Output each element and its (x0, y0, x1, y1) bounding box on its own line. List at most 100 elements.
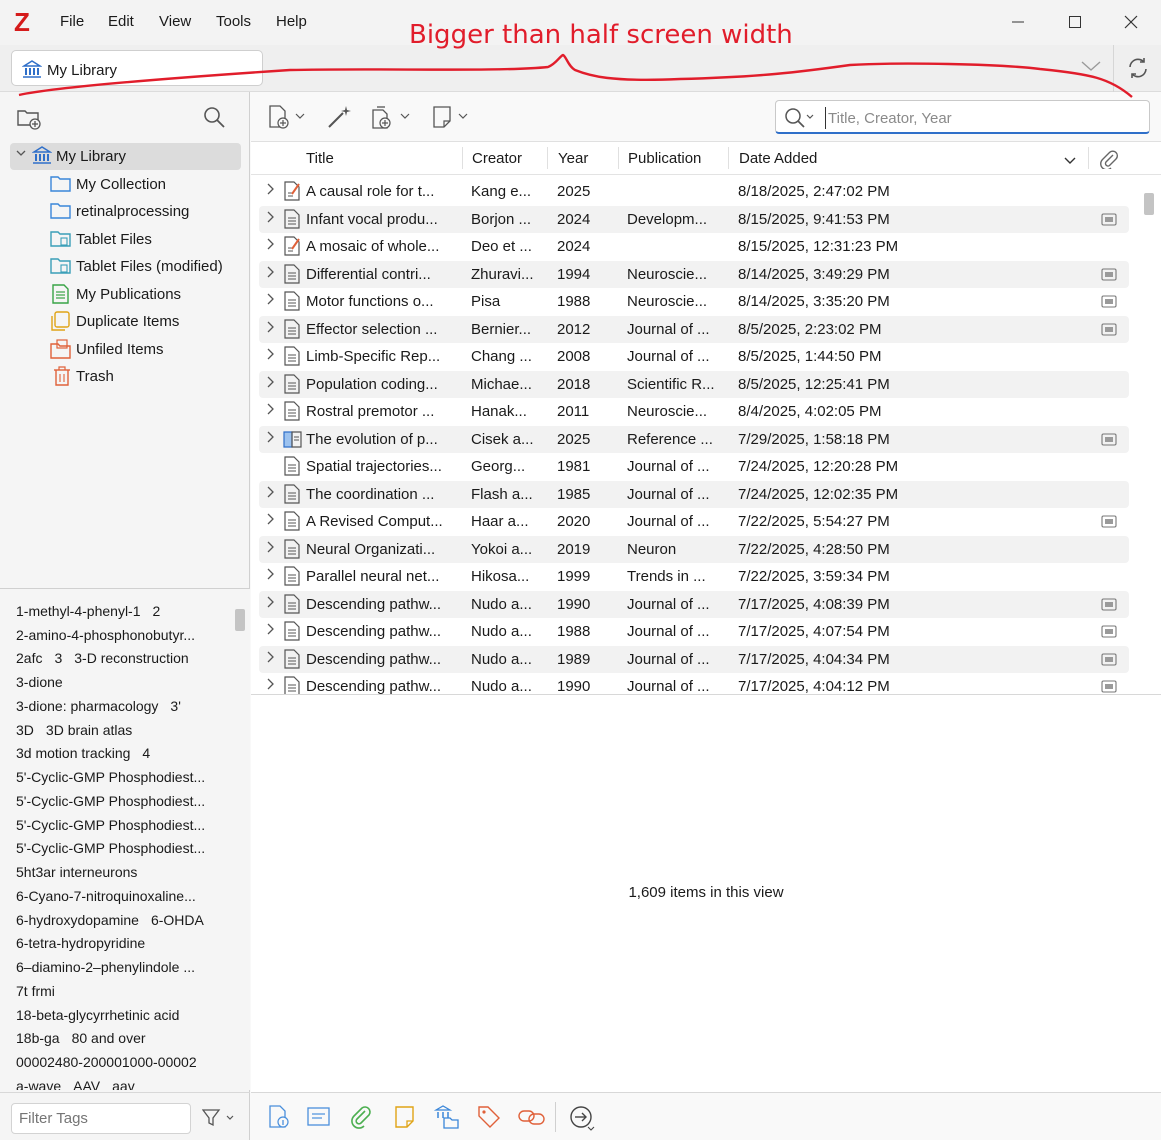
collection-retinalprocessing[interactable]: retinalprocessing (0, 198, 250, 225)
attachment-snapshot-icon[interactable] (1101, 680, 1117, 694)
tag[interactable]: 1-methyl-4-phenyl-1 (16, 603, 141, 619)
tag[interactable]: 3-dione: pharmacology (16, 698, 158, 714)
attachment-snapshot-icon[interactable] (1101, 432, 1117, 450)
locate-icon[interactable] (569, 1105, 595, 1135)
sync-icon[interactable] (1126, 56, 1150, 84)
collection-my-collection[interactable]: My Collection (0, 171, 250, 198)
collection-tablet-files-modified[interactable]: Tablet Files (modified) (0, 253, 250, 280)
tag[interactable]: 3D (16, 722, 34, 738)
tag[interactable]: aav (112, 1078, 135, 1090)
maximize-button[interactable] (1060, 8, 1090, 38)
tag[interactable]: 5'-Cyclic-GMP Phosphodiest... (16, 793, 205, 809)
column-creator[interactable]: Creator (472, 150, 522, 167)
tag[interactable]: 80 and over (72, 1030, 146, 1046)
column-separator[interactable] (1088, 147, 1089, 169)
tag[interactable]: 2-amino-4-phosphonobutyr... (16, 627, 195, 643)
item-row[interactable]: Rostral premotor ... Hanak... 2011 Neurosci… (259, 398, 1129, 425)
sort-descending-icon[interactable] (1064, 153, 1076, 170)
attachment-snapshot-icon[interactable] (1101, 212, 1117, 230)
item-row[interactable]: Differential contri... Zhuravi... 1994 Neur… (259, 260, 1129, 288)
tag-filter-input[interactable] (11, 1103, 191, 1134)
tag[interactable]: 3d motion tracking (16, 745, 130, 761)
chevron-right-icon[interactable] (265, 567, 275, 584)
item-row[interactable]: Neural Organizati... Yokoi a... 2019 Neuron… (259, 535, 1129, 563)
abstract-icon[interactable] (307, 1106, 331, 1132)
menu-tools[interactable]: Tools (216, 13, 251, 30)
minimize-button[interactable] (1003, 8, 1033, 38)
item-row[interactable]: The evolution of p... Cisek a... 2025 Refer… (259, 425, 1129, 453)
item-row[interactable]: Spatial trajectories... Georg... 1981 Journ… (259, 453, 1129, 480)
menu-view[interactable]: View (159, 13, 191, 30)
tag[interactable]: a-wave (16, 1078, 61, 1090)
tag[interactable]: 6–diamino-2–phenylindole ... (16, 959, 195, 975)
attachments-icon[interactable] (350, 1105, 374, 1133)
tag[interactable]: 6-hydroxydopamine (16, 912, 139, 928)
column-date-added[interactable]: Date Added (739, 150, 817, 167)
tag[interactable]: 4 (142, 745, 150, 761)
item-row[interactable]: Effector selection ... Bernier... 2012 Jour… (259, 315, 1129, 343)
tag[interactable]: 3D brain atlas (46, 722, 132, 738)
item-row[interactable]: Population coding... Michae... 2018 Scienti… (259, 370, 1129, 398)
tags-icon[interactable] (477, 1105, 501, 1133)
column-separator[interactable] (618, 147, 619, 169)
column-separator[interactable] (462, 147, 463, 169)
chevron-right-icon[interactable] (265, 347, 275, 364)
attachment-snapshot-icon[interactable] (1101, 295, 1117, 312)
magic-wand-icon[interactable] (326, 104, 354, 134)
tag[interactable]: 5'-Cyclic-GMP Phosphodiest... (16, 817, 205, 833)
chevron-right-icon[interactable] (265, 265, 275, 282)
tag[interactable]: 2afc (16, 650, 42, 666)
tag[interactable]: 7t frmi (16, 983, 55, 999)
collection-trash[interactable]: Trash (0, 363, 250, 390)
tag[interactable]: 5ht3ar interneurons (16, 864, 137, 880)
chevron-right-icon[interactable] (265, 320, 275, 337)
item-row[interactable]: Descending pathw... Nudo a... 1989 Journal … (259, 645, 1129, 673)
chevron-right-icon[interactable] (265, 650, 275, 667)
item-row[interactable]: Descending pathw... Nudo a... 1988 Journal … (259, 618, 1129, 645)
column-separator[interactable] (547, 147, 548, 169)
chevron-down-icon[interactable] (15, 147, 27, 162)
tag[interactable]: 3' (170, 698, 180, 714)
tag[interactable]: 3-D reconstruction (74, 650, 188, 666)
tag[interactable]: AAV (73, 1078, 100, 1090)
tag[interactable]: 18-beta-glycyrrhetinic acid (16, 1007, 179, 1023)
item-row[interactable]: Limb-Specific Rep... Chang ... 2008 Journal… (259, 343, 1129, 370)
item-row[interactable]: The coordination ... Flash a... 1985 Journa… (259, 480, 1129, 508)
new-item-icon[interactable] (268, 105, 308, 135)
search-collections-icon[interactable] (202, 105, 226, 133)
new-note-icon[interactable] (432, 105, 472, 135)
items-scrollbar[interactable] (1144, 193, 1154, 215)
column-publication[interactable]: Publication (628, 150, 701, 167)
chevron-right-icon[interactable] (265, 677, 275, 694)
related-icon[interactable] (518, 1106, 546, 1132)
chevron-right-icon[interactable] (265, 237, 275, 254)
tag[interactable]: 6-OHDA (151, 912, 204, 928)
new-collection-icon[interactable] (16, 106, 42, 134)
collection-my-library[interactable]: My Library (0, 143, 250, 170)
attachment-snapshot-icon[interactable] (1101, 515, 1117, 532)
chevron-right-icon[interactable] (265, 182, 275, 199)
search-input[interactable] (825, 107, 1143, 129)
tag[interactable]: 5'-Cyclic-GMP Phosphodiest... (16, 769, 205, 785)
collection-unfiled-items[interactable]: Unfiled Items (0, 336, 250, 363)
collection-duplicate-items[interactable]: Duplicate Items (0, 308, 250, 335)
attachment-snapshot-icon[interactable] (1101, 322, 1117, 340)
chevron-right-icon[interactable] (265, 485, 275, 502)
attachment-snapshot-icon[interactable] (1101, 652, 1117, 670)
libraries-collections-icon[interactable] (433, 1104, 460, 1134)
item-row[interactable]: A mosaic of whole... Deo et ... 2024 8/15/2… (259, 233, 1129, 260)
chevron-right-icon[interactable] (265, 292, 275, 309)
filter-icon[interactable] (201, 1108, 236, 1132)
item-row[interactable]: A causal role for t... Kang e... 2025 8/18/… (259, 178, 1129, 205)
item-row[interactable]: Descending pathw... Nudo a... 1990 Journal … (259, 673, 1129, 694)
chevron-right-icon[interactable] (265, 430, 275, 447)
item-row[interactable]: Infant vocal produ... Borjon ... 2024 Devel… (259, 205, 1129, 233)
tag[interactable]: 00002480-200001000-00002 (16, 1054, 197, 1070)
tags-scrollbar[interactable] (235, 609, 245, 631)
column-separator[interactable] (728, 147, 729, 169)
chevron-right-icon[interactable] (265, 595, 275, 612)
info-icon[interactable] (267, 1105, 291, 1133)
search-icon[interactable] (784, 107, 818, 133)
chevron-right-icon[interactable] (265, 540, 275, 557)
item-row[interactable]: Descending pathw... Nudo a... 1990 Journal … (259, 590, 1129, 618)
